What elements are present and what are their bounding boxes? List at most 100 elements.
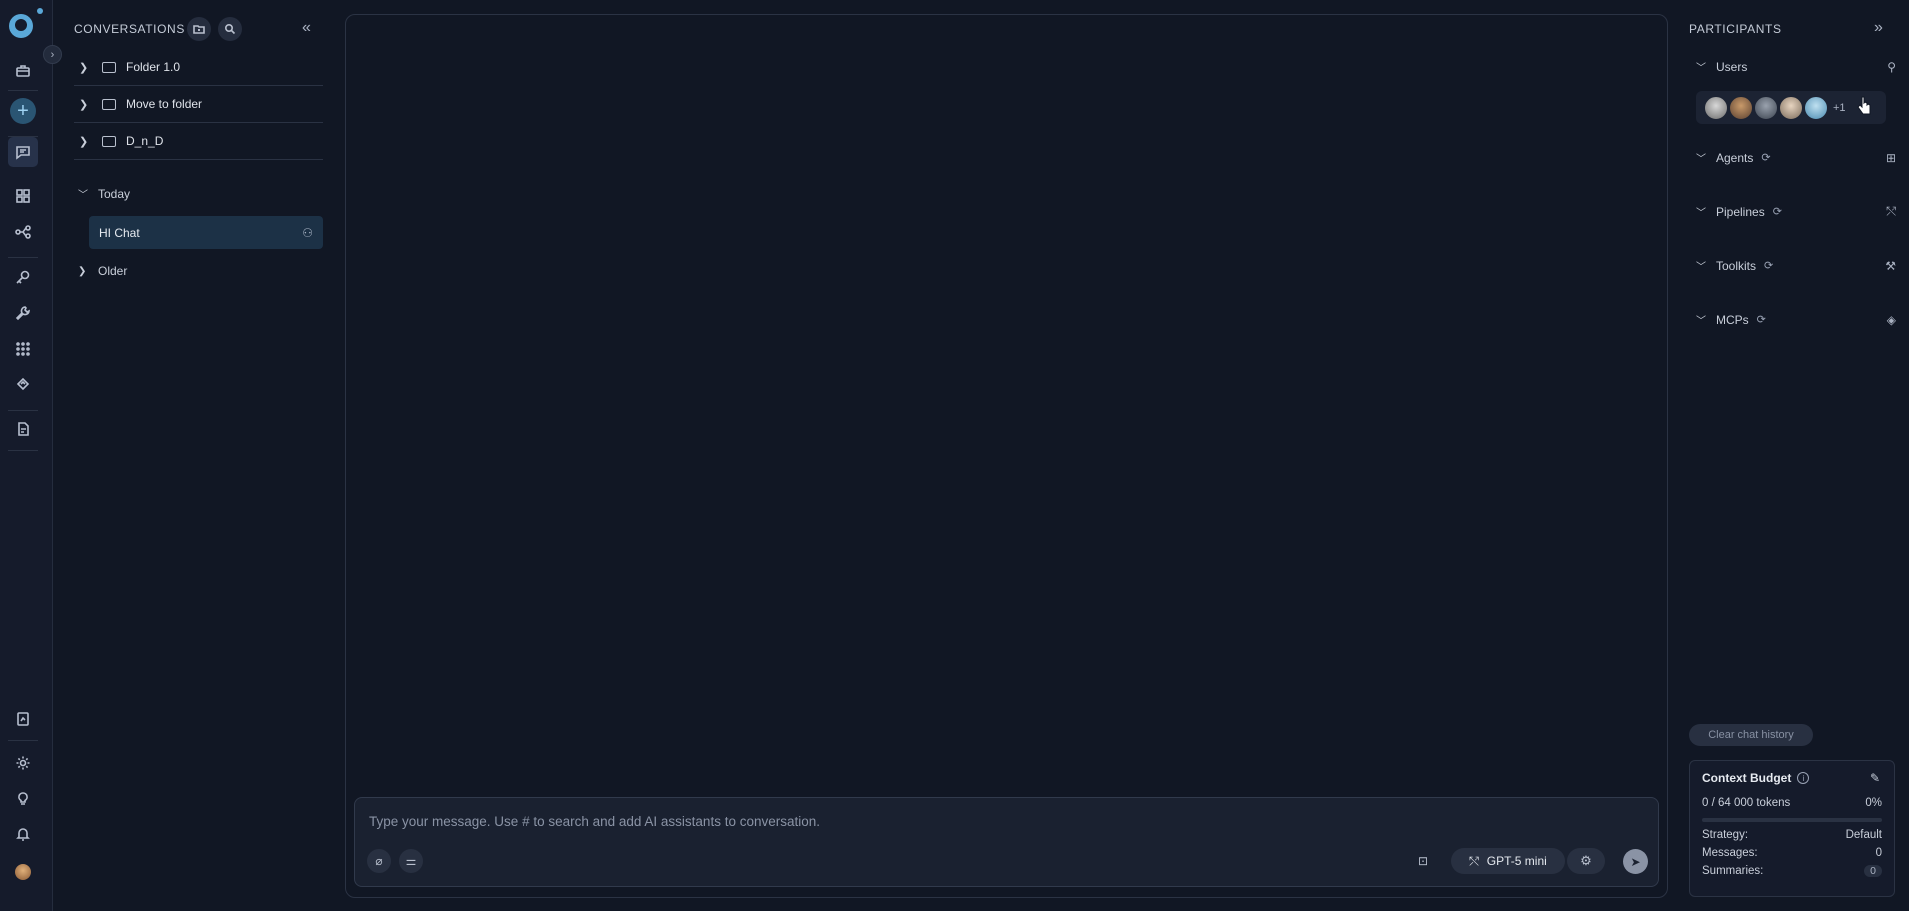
- app-logo[interactable]: [9, 14, 33, 38]
- folder-icon: [102, 98, 116, 110]
- context-budget-title: Context Budget: [1702, 771, 1792, 785]
- message-input[interactable]: Type your message. Use # to search and a…: [369, 814, 820, 829]
- section-label: Pipelines: [1716, 204, 1765, 219]
- key-icon[interactable]: [12, 266, 34, 288]
- expand-rail-button[interactable]: ›: [43, 45, 62, 64]
- bell-icon[interactable]: [12, 823, 34, 845]
- avatar[interactable]: [1804, 95, 1828, 120]
- add-pipeline-icon[interactable]: ⤲: [1886, 204, 1896, 219]
- participants-panel: PARTICIPANTS » ﹀ Users ⚲ +1 ﹀ Agents ⟳ ⊞…: [1676, 0, 1909, 911]
- group-label: Today: [98, 186, 131, 201]
- chevron-right-icon: ❯: [79, 135, 89, 148]
- collapse-participants-icon[interactable]: »: [1874, 19, 1883, 37]
- model-selector[interactable]: ⤲ GPT-5 mini: [1451, 848, 1565, 874]
- rail-divider: [8, 257, 38, 258]
- group-today[interactable]: ﹀ Today: [74, 186, 131, 202]
- gear-icon: ⚙: [1580, 853, 1592, 868]
- add-toolkit-icon[interactable]: ⚒: [1885, 259, 1896, 273]
- search-button[interactable]: [218, 17, 242, 41]
- info-icon[interactable]: i: [1797, 772, 1810, 784]
- conversation-item[interactable]: HI Chat ⚇: [89, 216, 323, 249]
- folder-icon: [102, 135, 116, 147]
- section-label: Toolkits: [1716, 258, 1757, 273]
- conversations-title: CONVERSATIONS: [74, 22, 185, 36]
- section-pipelines[interactable]: ﹀ Pipelines ⟳ ⤲: [1696, 204, 1896, 219]
- avatar[interactable]: [1779, 95, 1803, 120]
- tokens-text: 0 / 64 000 tokens: [1702, 797, 1791, 809]
- section-users[interactable]: ﹀ Users ⚲: [1696, 59, 1896, 75]
- notification-dot: [37, 8, 43, 14]
- assistant-icon[interactable]: ⊡: [1411, 849, 1435, 873]
- rail-divider: [8, 410, 38, 411]
- collapse-sidebar-icon[interactable]: «: [302, 19, 311, 37]
- refresh-icon[interactable]: ⟳: [1773, 205, 1782, 218]
- pipeline-icon[interactable]: [12, 221, 34, 243]
- app-root: › + CONVERSATIONS « ❯ Folder 1.0 ❯ Move …: [0, 0, 1909, 911]
- rail-divider: [8, 90, 38, 91]
- wrench-icon[interactable]: [12, 302, 34, 324]
- summaries-label: Summaries:: [1702, 865, 1764, 877]
- folder-item[interactable]: ❯ Folder 1.0: [74, 49, 323, 86]
- avatar[interactable]: [1729, 95, 1753, 120]
- section-mcps[interactable]: ﹀ MCPs ⟳ ◈: [1696, 312, 1896, 328]
- tokens-percent: 0%: [1865, 797, 1882, 809]
- participants-title: PARTICIPANTS: [1689, 22, 1782, 36]
- chevron-down-icon: ﹀: [1696, 154, 1706, 165]
- chat-icon[interactable]: [8, 137, 38, 167]
- section-agents[interactable]: ﹀ Agents ⟳ ⊞: [1696, 150, 1896, 166]
- send-button[interactable]: ➤: [1623, 849, 1648, 874]
- messages-label: Messages:: [1702, 847, 1758, 859]
- group-chat-icon: ⚇: [302, 225, 313, 240]
- refresh-icon[interactable]: ⟳: [1757, 313, 1766, 326]
- icon-rail: › +: [0, 0, 62, 911]
- refresh-icon[interactable]: ⟳: [1764, 259, 1773, 272]
- lightbulb-icon[interactable]: [12, 788, 34, 810]
- avatar[interactable]: [1704, 95, 1728, 120]
- rail-divider: [8, 450, 38, 451]
- grid-icon[interactable]: [12, 185, 34, 207]
- summaries-value: 0: [1864, 865, 1882, 877]
- model-settings-button[interactable]: ⚙: [1567, 848, 1605, 874]
- group-older[interactable]: ❯ Older: [74, 264, 127, 278]
- message-composer[interactable]: Type your message. Use # to search and a…: [354, 797, 1659, 887]
- section-toolkits[interactable]: ﹀ Toolkits ⟳ ⚒: [1696, 258, 1896, 274]
- folder-item[interactable]: ❯ Move to folder: [74, 86, 323, 123]
- share-icon: ⤲: [1469, 853, 1479, 868]
- sliders-icon[interactable]: ⚌: [399, 849, 423, 873]
- section-label: Users: [1716, 59, 1748, 74]
- strategy-label: Strategy:: [1702, 829, 1749, 841]
- more-users-count[interactable]: +1: [1833, 102, 1846, 114]
- chevron-down-icon: ﹀: [1696, 262, 1706, 273]
- rail-divider: [8, 740, 38, 741]
- document-icon[interactable]: [12, 418, 34, 440]
- add-user-icon[interactable]: ⚲: [1887, 60, 1896, 74]
- context-budget-card: Context Budget i ✎ 0 / 64 000 tokens 0% …: [1689, 760, 1895, 897]
- folder-label: Move to folder: [126, 97, 203, 111]
- add-mcp-icon[interactable]: ◈: [1887, 313, 1896, 327]
- chevron-right-icon: ❯: [78, 265, 87, 277]
- clear-history-button[interactable]: Clear chat history: [1689, 724, 1813, 746]
- add-agent-icon[interactable]: ⊞: [1886, 151, 1896, 165]
- model-label: GPT-5 mini: [1486, 854, 1547, 868]
- user-avatar[interactable]: [15, 864, 31, 880]
- settings-icon[interactable]: [12, 752, 34, 774]
- section-label: MCPs: [1716, 312, 1749, 327]
- edit-icon[interactable]: ✎: [1870, 771, 1880, 785]
- chevron-down-icon: ﹀: [1696, 316, 1706, 327]
- mcp-icon[interactable]: [12, 373, 34, 395]
- folder-icon: [102, 61, 116, 73]
- refresh-icon[interactable]: ⟳: [1761, 151, 1770, 164]
- folder-label: Folder 1.0: [126, 60, 181, 74]
- folder-item[interactable]: ❯ D_n_D: [74, 123, 323, 160]
- new-conversation-button[interactable]: +: [10, 98, 36, 124]
- chat-area: Type your message. Use # to search and a…: [345, 14, 1668, 898]
- chevron-down-icon: ﹀: [1696, 208, 1706, 219]
- report-icon[interactable]: [12, 708, 34, 730]
- new-folder-button[interactable]: [187, 17, 211, 41]
- avatar[interactable]: [1754, 95, 1778, 120]
- section-label: Agents: [1716, 150, 1754, 165]
- briefcase-icon[interactable]: [12, 60, 34, 82]
- apps-icon[interactable]: [12, 338, 34, 360]
- attach-icon[interactable]: ⌀: [367, 849, 391, 873]
- conversation-label: HI Chat: [99, 225, 140, 240]
